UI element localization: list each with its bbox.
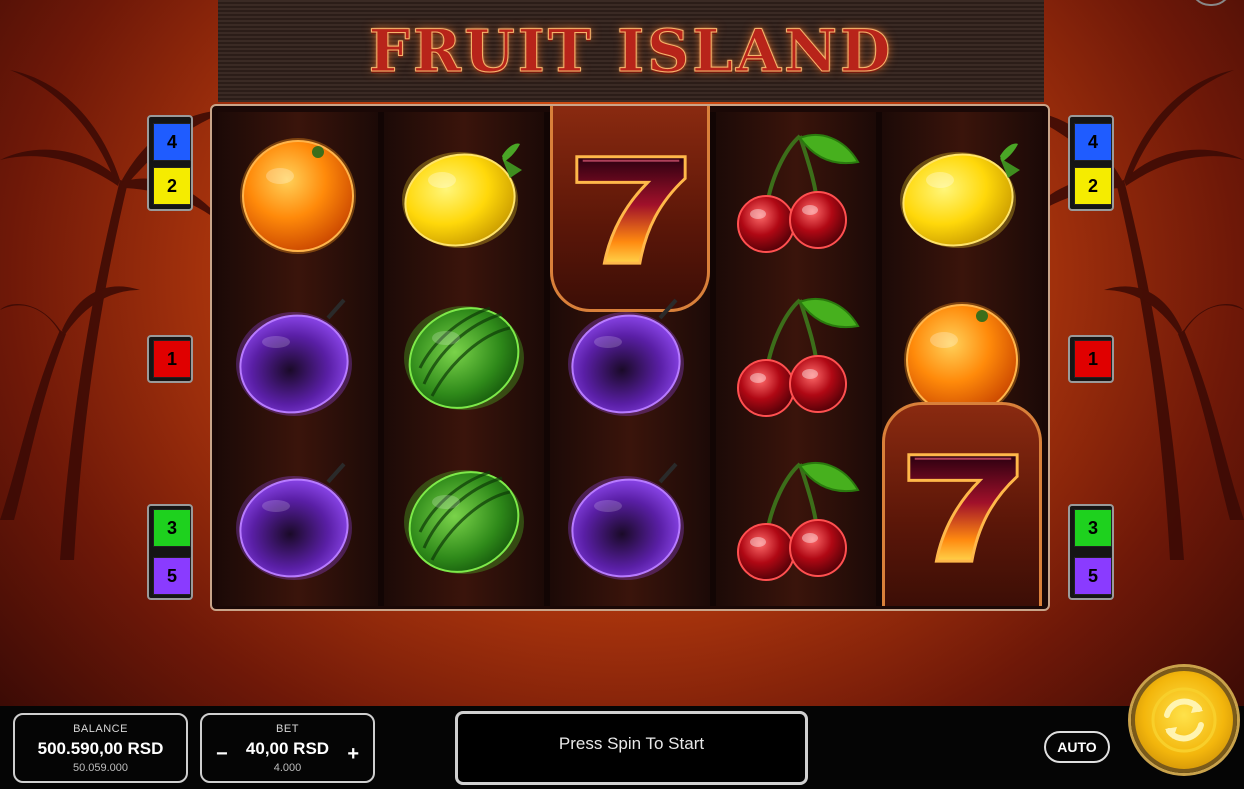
bet-label: BET <box>276 723 299 735</box>
reel-2-symbol-2 <box>384 276 544 440</box>
reel-3-symbol-2 <box>550 276 710 440</box>
orange-icon <box>240 138 356 254</box>
plum-icon <box>568 298 684 416</box>
spin-button[interactable] <box>1131 667 1237 773</box>
reel-1-symbol-3 <box>218 440 378 604</box>
payline-group-right-middle: 1 <box>1068 335 1114 383</box>
reel-1-symbol-1 <box>218 112 378 276</box>
reel-4-symbol-1 <box>716 112 876 276</box>
seven-icon <box>575 154 687 265</box>
watermelon-icon <box>404 470 524 574</box>
payline-group-right-bottom: 3 5 <box>1068 504 1114 600</box>
reel-4-symbol-2 <box>716 276 876 440</box>
reel-4-symbol-3 <box>716 440 876 604</box>
balance-label: BALANCE <box>73 723 128 735</box>
payline-group-right-top: 4 2 <box>1068 115 1114 211</box>
cherry-icon <box>737 134 860 253</box>
payline-4-right[interactable]: 4 <box>1074 123 1112 161</box>
plum-icon <box>236 462 352 580</box>
payline-5-right[interactable]: 5 <box>1074 557 1112 595</box>
payline-3-right[interactable]: 3 <box>1074 509 1112 547</box>
reel-5-symbol-3-seven <box>882 402 1042 606</box>
palm-tree-silhouette-left <box>0 70 230 560</box>
lemon-icon <box>402 143 522 248</box>
cherry-icon <box>737 298 860 417</box>
lemon-icon <box>900 143 1020 248</box>
reel-5-symbol-1 <box>882 112 1042 276</box>
payline-group-left-bottom: 3 5 <box>147 504 193 600</box>
plum-icon <box>236 298 352 416</box>
reel-1-symbol-2 <box>218 276 378 440</box>
payline-4-left[interactable]: 4 <box>153 123 191 161</box>
reel-2-symbol-1 <box>384 112 544 276</box>
payline-group-left-middle: 1 <box>147 335 193 383</box>
status-message: Press Spin To Start <box>455 711 808 785</box>
game-title: FRUIT ISLAND <box>368 17 894 86</box>
bet-decrease-button[interactable]: − <box>216 743 228 766</box>
payline-2-right[interactable]: 2 <box>1074 167 1112 205</box>
payline-1-left[interactable]: 1 <box>153 340 191 378</box>
balance-credits: 50.059.000 <box>72 762 129 774</box>
spin-arrows-icon <box>1151 687 1217 753</box>
payline-group-left-top: 4 2 <box>147 115 193 211</box>
seven-icon <box>907 452 1019 563</box>
plum-icon <box>568 462 684 580</box>
payline-5-left[interactable]: 5 <box>153 557 191 595</box>
auto-play-button[interactable]: AUTO <box>1044 731 1110 763</box>
reel-frame <box>210 104 1050 611</box>
payline-1-right[interactable]: 1 <box>1074 340 1112 378</box>
bet-panel: BET 40,00 RSD 4.000 − + <box>200 713 375 783</box>
reel-3-symbol-3 <box>550 440 710 604</box>
balance-panel: BALANCE 500.590,00 RSD 50.059.000 <box>13 713 188 783</box>
balance-value: 500.590,00 RSD <box>37 739 164 758</box>
payline-3-left[interactable]: 3 <box>153 509 191 547</box>
cherry-icon <box>737 462 860 581</box>
bet-increase-button[interactable]: + <box>347 743 359 766</box>
title-banner: FRUIT ISLAND <box>218 0 1044 102</box>
watermelon-icon <box>404 306 524 410</box>
payline-2-left[interactable]: 2 <box>153 167 191 205</box>
reel-2-symbol-3 <box>384 440 544 604</box>
